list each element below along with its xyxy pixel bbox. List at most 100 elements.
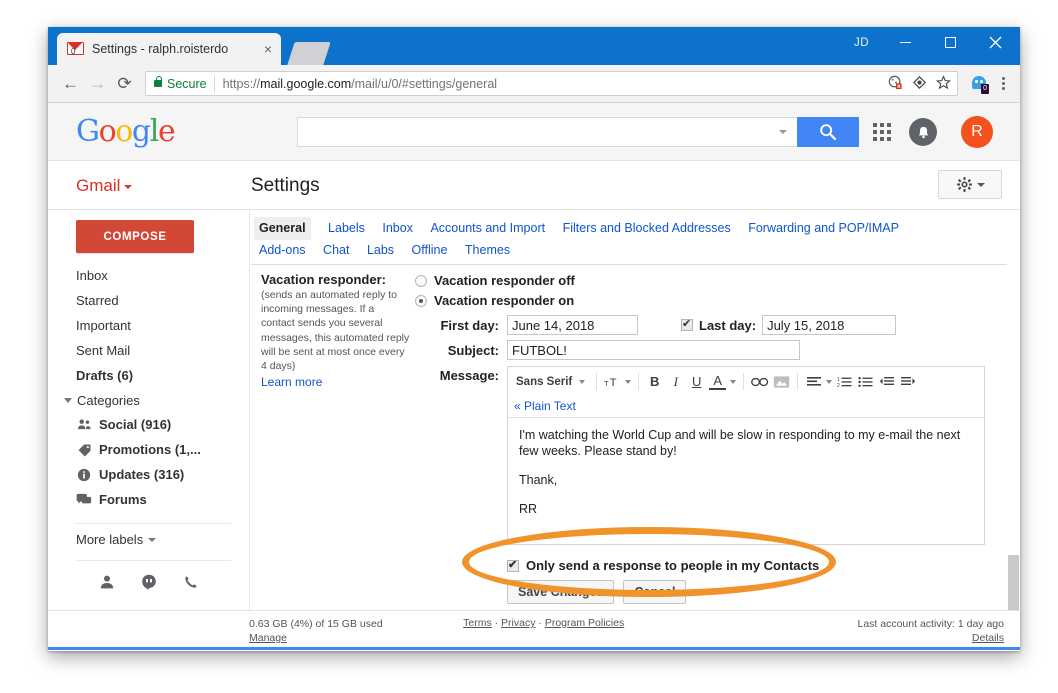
- sidebar: COMPOSE Inbox Starred Important Sent Mai…: [48, 210, 249, 650]
- first-day-input[interactable]: [507, 315, 638, 335]
- extension-badge-count: 0: [981, 83, 989, 94]
- cookie-blocked-icon[interactable]: [888, 75, 903, 92]
- maximize-button[interactable]: [928, 27, 973, 57]
- footer-sep-2: ·: [535, 617, 545, 629]
- last-day-input[interactable]: [762, 315, 897, 335]
- sidebar-item-sent-mail[interactable]: Sent Mail: [48, 338, 249, 363]
- vacation-responder-on-option[interactable]: Vacation responder on: [415, 292, 1020, 310]
- sidebar-item-updates[interactable]: Updates (316): [48, 462, 249, 487]
- numbered-list-icon[interactable]: 12: [836, 372, 853, 392]
- close-window-button[interactable]: [973, 27, 1018, 57]
- sidebar-item-promotions[interactable]: Promotions (1,...: [48, 437, 249, 462]
- bell-icon[interactable]: [909, 118, 937, 146]
- radio-on[interactable]: [415, 295, 427, 307]
- image-icon[interactable]: [773, 372, 790, 392]
- privacy-link[interactable]: Privacy: [501, 617, 535, 629]
- tab-filters-and-blocked-addresses[interactable]: Filters and Blocked Addresses: [563, 218, 731, 239]
- person-icon[interactable]: [99, 574, 115, 595]
- window-profile-label[interactable]: JD: [854, 37, 869, 49]
- sidebar-item-important[interactable]: Important: [48, 313, 249, 338]
- italic-icon[interactable]: I: [667, 372, 684, 392]
- sidebar-item-forums[interactable]: Forums: [48, 487, 249, 512]
- text-color-icon[interactable]: A: [709, 373, 727, 390]
- indent-icon[interactable]: [899, 372, 916, 392]
- subject-label: Subject:: [447, 342, 499, 358]
- chevron-down-icon: [148, 537, 157, 542]
- vertical-scrollbar[interactable]: [1007, 210, 1020, 650]
- more-labels-button[interactable]: More labels: [48, 524, 249, 547]
- activity-details-link[interactable]: Details: [972, 632, 1004, 644]
- only-send-response-to-contacts-checkbox[interactable]: [507, 558, 519, 572]
- vacation-responder-off-option[interactable]: Vacation responder off: [415, 272, 1020, 290]
- tab-labels[interactable]: Labels: [328, 218, 365, 239]
- tab-offline[interactable]: Offline: [412, 240, 448, 261]
- hangouts-icon[interactable]: [141, 574, 157, 595]
- tab-inbox[interactable]: Inbox: [382, 218, 413, 239]
- editor-toolbar: Sans Serif TT B I U A 1 2: [508, 367, 984, 396]
- sidebar-divider-2: [76, 560, 231, 561]
- kebab-menu-icon[interactable]: [995, 77, 1011, 90]
- close-tab-icon[interactable]: ×: [261, 42, 275, 56]
- new-tab-button[interactable]: [287, 42, 331, 65]
- font-size-caret-icon[interactable]: [625, 379, 632, 384]
- subject-input[interactable]: [507, 340, 800, 360]
- only-send-response-to-contacts-row[interactable]: Only send a response to people in my Con…: [431, 558, 1020, 573]
- cancel-button[interactable]: Cancel: [623, 580, 687, 604]
- align-caret-icon[interactable]: [826, 379, 833, 384]
- eye-view-icon[interactable]: [912, 75, 927, 92]
- tab-themes[interactable]: Themes: [465, 240, 510, 261]
- manage-storage-link[interactable]: Manage: [249, 632, 287, 644]
- tab-add-ons[interactable]: Add-ons: [259, 240, 306, 261]
- tab-accounts-and-import[interactable]: Accounts and Import: [430, 218, 545, 239]
- sidebar-item-forums-label: Forums: [99, 492, 147, 507]
- ghostery-extension-icon[interactable]: 0: [972, 75, 989, 94]
- tab-forwarding-and-pop-imap[interactable]: Forwarding and POP/IMAP: [748, 218, 899, 239]
- bulleted-list-icon[interactable]: [857, 372, 874, 392]
- gmail-dropdown[interactable]: Gmail: [76, 176, 133, 196]
- back-icon[interactable]: ←: [57, 70, 84, 97]
- address-bar[interactable]: Secure https://mail.google.com/mail/u/0/…: [145, 71, 958, 96]
- search-input[interactable]: [297, 117, 797, 147]
- tab-general[interactable]: General: [254, 217, 311, 240]
- link-icon[interactable]: [751, 372, 769, 392]
- apps-grid-icon[interactable]: [873, 123, 891, 141]
- avatar[interactable]: R: [961, 116, 993, 148]
- outdent-icon[interactable]: [878, 372, 895, 392]
- forward-icon[interactable]: →: [84, 70, 111, 97]
- bookmark-star-icon[interactable]: [936, 75, 951, 92]
- last-day-checkbox[interactable]: [681, 317, 693, 331]
- text-color-caret-icon[interactable]: [730, 379, 737, 384]
- font-size-icon[interactable]: TT: [604, 372, 621, 392]
- bottom-accent-bar: [48, 647, 1020, 650]
- sidebar-item-starred[interactable]: Starred: [48, 288, 249, 313]
- sidebar-item-drafts[interactable]: Drafts (6): [48, 363, 249, 388]
- search-button[interactable]: [797, 117, 859, 147]
- vacation-responder-note: (sends an automated reply to incoming me…: [261, 289, 410, 373]
- search-options-caret-icon[interactable]: [779, 130, 787, 134]
- sidebar-item-inbox[interactable]: Inbox: [48, 263, 249, 288]
- program-policies-link[interactable]: Program Policies: [545, 617, 624, 629]
- align-icon[interactable]: [805, 372, 822, 392]
- terms-link[interactable]: Terms: [463, 617, 492, 629]
- learn-more-link[interactable]: Learn more: [261, 375, 322, 389]
- compose-button[interactable]: COMPOSE: [76, 220, 194, 253]
- sidebar-categories-header[interactable]: Categories: [48, 388, 249, 412]
- reload-icon[interactable]: ⟳: [111, 70, 138, 97]
- sidebar-item-social[interactable]: Social (916): [48, 412, 249, 437]
- font-family-select[interactable]: Sans Serif: [512, 376, 589, 388]
- underline-icon[interactable]: U: [688, 372, 705, 392]
- google-logo[interactable]: Google: [76, 116, 176, 147]
- message-body[interactable]: I'm watching the World Cup and will be s…: [508, 417, 984, 544]
- browser-tab[interactable]: 0 Settings - ralph.roisterdo ×: [57, 33, 281, 65]
- radio-off[interactable]: [415, 275, 427, 287]
- url-path: /mail/u/0/#settings/general: [351, 76, 498, 91]
- phone-icon[interactable]: [183, 574, 199, 595]
- tab-labs[interactable]: Labs: [367, 240, 394, 261]
- browser-window: 0 Settings - ralph.roisterdo × JD ← → ⟳ …: [48, 27, 1020, 651]
- settings-gear-button[interactable]: [938, 170, 1002, 199]
- save-changes-button[interactable]: Save Changes: [507, 580, 615, 604]
- minimize-button[interactable]: [883, 27, 928, 57]
- tab-chat[interactable]: Chat: [323, 240, 349, 261]
- bold-icon[interactable]: B: [646, 372, 663, 392]
- plain-text-link[interactable]: « Plain Text: [508, 396, 984, 417]
